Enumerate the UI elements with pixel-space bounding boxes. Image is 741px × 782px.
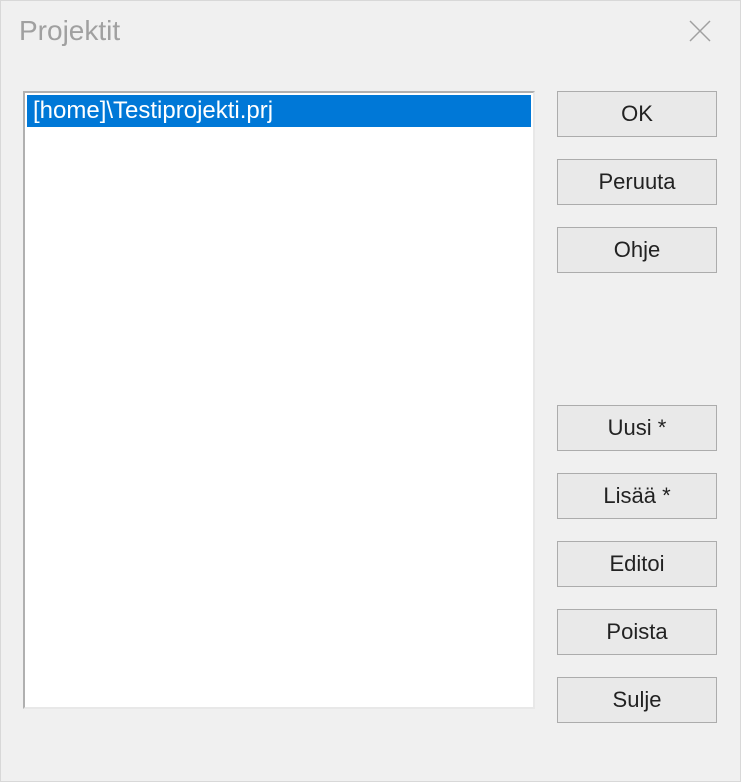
cancel-button[interactable]: Peruuta xyxy=(557,159,717,205)
ok-button[interactable]: OK xyxy=(557,91,717,137)
button-spacer xyxy=(557,295,717,383)
edit-button[interactable]: Editoi xyxy=(557,541,717,587)
list-item[interactable]: [home]\Testiprojekti.prj xyxy=(27,95,531,127)
add-button[interactable]: Lisää * xyxy=(557,473,717,519)
button-column: OK Peruuta Ohje Uusi * Lisää * Editoi Po… xyxy=(557,91,717,771)
close-icon[interactable] xyxy=(678,9,722,53)
titlebar: Projektit xyxy=(1,1,740,61)
close-button[interactable]: Sulje xyxy=(557,677,717,723)
help-button[interactable]: Ohje xyxy=(557,227,717,273)
window-title: Projektit xyxy=(19,15,120,47)
projects-dialog: Projektit [home]\Testiprojekti.prj OK Pe… xyxy=(0,0,741,782)
new-button[interactable]: Uusi * xyxy=(557,405,717,451)
remove-button[interactable]: Poista xyxy=(557,609,717,655)
dialog-client-area: [home]\Testiprojekti.prj OK Peruuta Ohje… xyxy=(1,61,740,781)
projects-listbox[interactable]: [home]\Testiprojekti.prj xyxy=(23,91,535,709)
